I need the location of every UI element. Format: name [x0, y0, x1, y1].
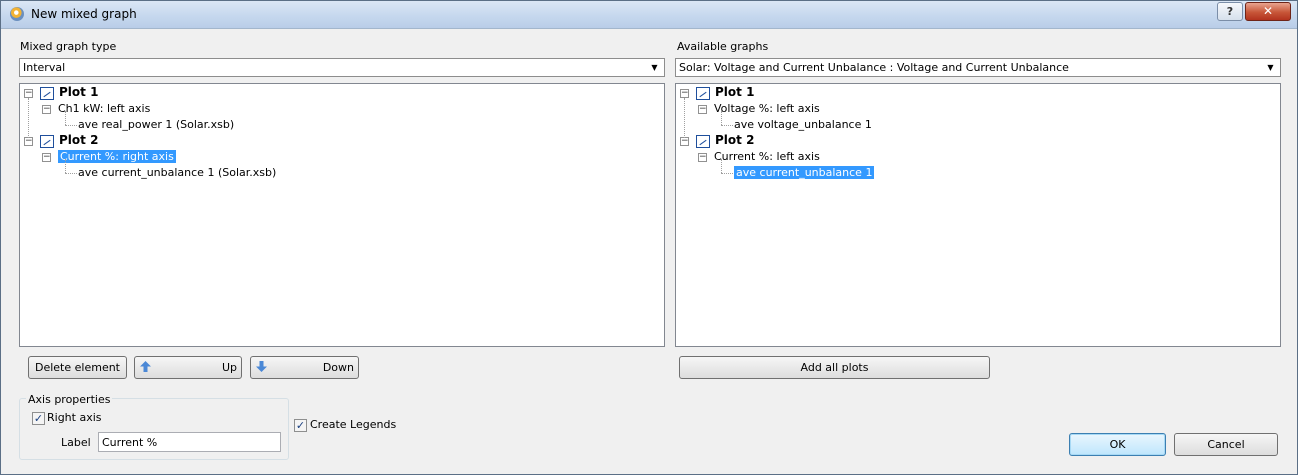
tree-connector	[721, 159, 722, 173]
tree-node[interactable]: ave current_unbalance 1	[734, 165, 875, 180]
tree-node-label: Plot 2	[59, 133, 99, 147]
add-all-plots-button[interactable]: Add all plots	[679, 356, 990, 379]
tree-collapse-icon[interactable]: −	[24, 137, 33, 146]
chevron-down-icon: ▼	[651, 63, 658, 72]
available-graphs-label: Available graphs	[677, 40, 769, 53]
mixed-graph-type-label: Mixed graph type	[20, 40, 117, 53]
tree-node[interactable]: Plot 2	[59, 133, 98, 148]
axis-label-caption: Label	[61, 436, 91, 449]
right-axis-checkbox[interactable]: ✓	[32, 412, 45, 425]
tree-node-label: Current %: left axis	[714, 150, 820, 163]
mixed-graph-type-value: Interval	[23, 61, 66, 74]
tree-connector	[684, 98, 685, 138]
tree-node[interactable]: Plot 2	[715, 133, 754, 148]
tree-connector	[721, 173, 733, 174]
tree-collapse-icon[interactable]: −	[680, 137, 689, 146]
tree-connector	[721, 111, 722, 125]
create-legends-label: Create Legends	[310, 418, 397, 431]
up-label: Up	[221, 361, 237, 374]
tree-collapse-icon[interactable]: −	[680, 89, 689, 98]
tree-collapse-icon[interactable]: −	[42, 105, 51, 114]
tree-collapse-icon[interactable]: −	[42, 153, 51, 162]
close-button[interactable]: ✕	[1245, 2, 1291, 21]
tree-node[interactable]: Plot 1	[715, 85, 754, 100]
tree-node[interactable]: Ch1 kW: left axis	[58, 101, 150, 116]
app-eye-icon	[10, 7, 24, 21]
up-button[interactable]: Up	[134, 356, 242, 379]
cancel-label: Cancel	[1207, 438, 1245, 451]
tree-connector	[65, 159, 66, 173]
axis-properties-legend: Axis properties	[26, 393, 113, 406]
tree-node[interactable]: ave real_power 1 (Solar.xsb)	[78, 117, 234, 132]
tree-collapse-icon[interactable]: −	[698, 153, 707, 162]
arrow-down-icon	[256, 361, 267, 372]
tree-node[interactable]: Current %: left axis	[714, 149, 820, 164]
chevron-down-icon: ▼	[1267, 63, 1274, 72]
tree-node[interactable]: ave current_unbalance 1 (Solar.xsb)	[78, 165, 276, 180]
ok-button[interactable]: OK	[1069, 433, 1166, 456]
mixed-graph-type-select[interactable]: Interval ▼	[19, 58, 665, 77]
arrow-up-icon	[140, 361, 151, 372]
tree-node[interactable]: ave voltage_unbalance 1	[734, 117, 872, 132]
plot-graph-icon	[40, 135, 54, 148]
available-graphs-value: Solar: Voltage and Current Unbalance : V…	[679, 61, 1069, 74]
tree-collapse-icon[interactable]: −	[698, 105, 707, 114]
plot-graph-icon	[40, 87, 54, 100]
axis-label-field[interactable]	[98, 432, 281, 452]
available-graphs-select[interactable]: Solar: Voltage and Current Unbalance : V…	[675, 58, 1281, 77]
available-graphs-tree[interactable]: − Plot 1− Voltage %: left axis ave voltage_…	[675, 83, 1281, 347]
tree-node-label: ave current_unbalance 1 (Solar.xsb)	[78, 166, 277, 179]
plot-graph-icon	[696, 87, 710, 100]
tree-connector	[65, 111, 66, 125]
tree-node-label: Ch1 kW: left axis	[58, 102, 151, 115]
tree-connector	[721, 125, 733, 126]
tree-connector	[28, 98, 29, 138]
tree-node-label: Plot 1	[715, 85, 755, 99]
plot-graph-icon	[696, 135, 710, 148]
dialog-window: New mixed graph ? ✕ Mixed graph type Int…	[0, 0, 1298, 475]
window-title: New mixed graph	[31, 7, 137, 21]
tree-node-label: Voltage %: left axis	[714, 102, 820, 115]
ok-label: OK	[1109, 438, 1126, 451]
tree-node-label: Current %: right axis	[58, 150, 176, 163]
delete-element-label: Delete element	[35, 361, 120, 374]
cancel-button[interactable]: Cancel	[1174, 433, 1278, 456]
title-bar[interactable]: New mixed graph ? ✕	[1, 1, 1297, 29]
help-button[interactable]: ?	[1217, 2, 1243, 21]
tree-node[interactable]: Current %: right axis	[58, 149, 176, 164]
tree-connector	[65, 173, 77, 174]
axis-label-input[interactable]	[99, 433, 280, 451]
tree-node[interactable]: Voltage %: left axis	[714, 101, 820, 116]
tree-connector	[65, 125, 77, 126]
tree-collapse-icon[interactable]: −	[24, 89, 33, 98]
tree-node-label: ave current_unbalance 1	[734, 166, 875, 179]
tree-node-label: Plot 2	[715, 133, 755, 147]
tree-node-label: ave voltage_unbalance 1	[734, 118, 872, 131]
mixed-graph-tree[interactable]: − Plot 1− Ch1 kW: left axis ave real_power …	[19, 83, 665, 347]
add-all-plots-label: Add all plots	[800, 361, 869, 374]
tree-node-label: Plot 1	[59, 85, 99, 99]
tree-node-label: ave real_power 1 (Solar.xsb)	[78, 118, 235, 131]
create-legends-checkbox[interactable]: ✓	[294, 419, 307, 432]
right-axis-label: Right axis	[47, 411, 102, 424]
down-label: Down	[322, 361, 354, 374]
tree-node[interactable]: Plot 1	[59, 85, 98, 100]
delete-element-button[interactable]: Delete element	[28, 356, 127, 379]
down-button[interactable]: Down	[250, 356, 359, 379]
